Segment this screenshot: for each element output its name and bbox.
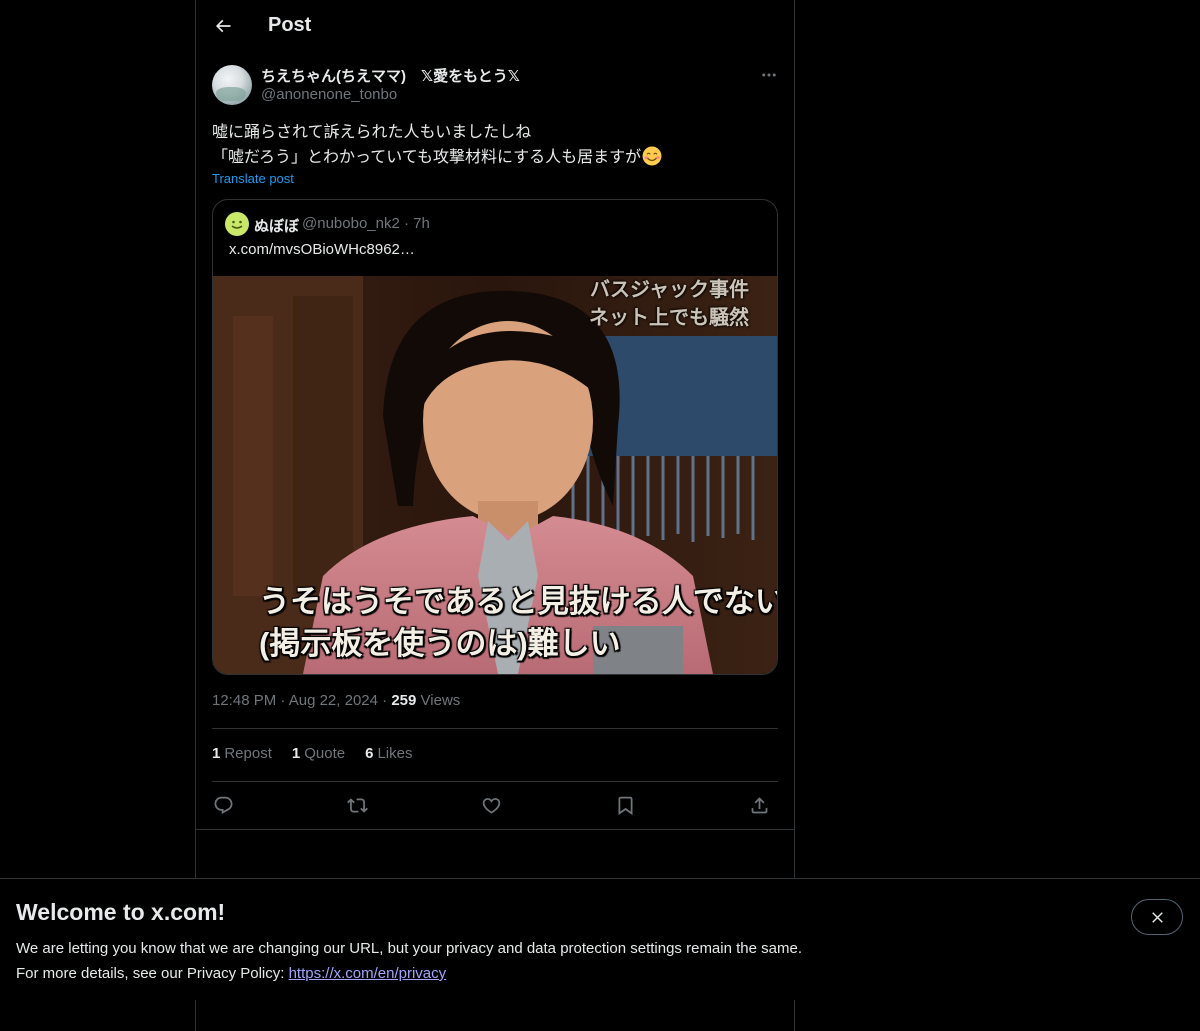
avatar-image xyxy=(216,87,246,101)
divider xyxy=(212,781,778,782)
share-button[interactable] xyxy=(744,790,774,820)
more-icon xyxy=(762,73,776,77)
caption-top-line: ネット上でも騒然 xyxy=(589,307,749,329)
bookmark-icon xyxy=(618,796,632,815)
repost-button[interactable] xyxy=(342,790,372,820)
banner-title: Welcome to x.com! xyxy=(16,899,226,925)
post-time[interactable]: 12:48 PM xyxy=(212,692,276,709)
like-icon xyxy=(482,797,500,814)
likes-count: 6 xyxy=(365,745,374,762)
banner-line: For more details, see our Privacy Policy… xyxy=(16,961,802,986)
post-text-line: 「嘘だろう」とわかっていても攻撃材料にする人も居ますが xyxy=(212,145,778,170)
share-icon xyxy=(751,796,767,813)
repost-icon xyxy=(346,797,368,813)
primary-column: Post ちえちゃん(ちえママ) 𝕏愛をもとう𝕏 @anonenone_tonb… xyxy=(195,0,795,1031)
divider xyxy=(212,728,778,729)
media-caption-bottom: うそはうそであると見抜ける人でないと (掲示板を使うのは)難しい xyxy=(259,581,777,665)
quotes-count: 1 xyxy=(291,745,301,762)
post-date[interactable]: Aug 22, 2024 xyxy=(289,692,378,709)
views-count: 259 xyxy=(391,692,417,709)
author-handle[interactable]: @anonenone_tonbo xyxy=(261,86,397,103)
quotes-label: Quote xyxy=(304,745,346,762)
quote-text: x.com/mvsOBioWHc8962… xyxy=(229,241,415,258)
quote-author-handle: @nubobo_nk2 xyxy=(302,215,400,232)
banner-line: We are letting you know that we are chan… xyxy=(16,940,802,957)
page-title: Post xyxy=(268,14,312,36)
views-label: Views xyxy=(420,692,461,709)
reposts-stat[interactable]: 1 Repost xyxy=(212,745,272,762)
quote-media-image[interactable]: バスジャック事件 ネット上でも騒然 うそはうそであると見抜ける人でないと (掲示… xyxy=(213,276,777,674)
close-icon xyxy=(1151,911,1163,923)
privacy-policy-link[interactable]: https://x.com/en/privacy xyxy=(289,965,447,982)
caption-top-line: バスジャック事件 xyxy=(590,279,749,301)
engagement-stats: 1 Repost 1 Quote 6 Likes xyxy=(212,745,412,762)
likes-label: Likes xyxy=(377,745,413,762)
quote-author-meta: @nubobo_nk2 · 7h xyxy=(302,215,430,232)
post-header: Post xyxy=(196,0,794,54)
quoted-post[interactable]: ぬぼぼ @nubobo_nk2 · 7h x.com/mvsOBioWHc896… xyxy=(212,199,778,675)
banner-message: We are letting you know that we are chan… xyxy=(16,936,802,986)
post-text: 嘘に踊らされて訴えられた人もいましたしね 「嘘だろう」とわかっていても攻撃材料に… xyxy=(212,120,778,170)
translate-post-link[interactable]: Translate post xyxy=(212,171,294,186)
quote-author-name: ぬぼぼ xyxy=(254,218,300,235)
separator-dot: · xyxy=(280,692,286,709)
bookmark-button[interactable] xyxy=(610,790,640,820)
quote-avatar xyxy=(225,212,249,236)
more-options-button[interactable] xyxy=(752,64,786,86)
close-banner-button[interactable] xyxy=(1131,899,1183,935)
arrow-left-icon xyxy=(215,19,231,33)
reposts-count: 1 xyxy=(212,745,221,762)
back-button[interactable] xyxy=(206,9,240,43)
separator-dot: · xyxy=(382,692,388,709)
reply-button[interactable] xyxy=(208,790,238,820)
caption-bottom-line: うそはうそであると見抜ける人でないと xyxy=(259,584,777,619)
media-caption-top: バスジャック事件 ネット上でも騒然 xyxy=(589,276,749,332)
author-name[interactable]: ちえちゃん(ちえママ) 𝕏愛をもとう𝕏 xyxy=(261,65,520,86)
reposts-label: Repost xyxy=(224,745,272,762)
smiling-face-emoji xyxy=(642,146,662,166)
caption-bottom-line: (掲示板を使うのは)難しい xyxy=(259,626,621,661)
banner-line-prefix: For more details, see our Privacy Policy… xyxy=(16,965,289,982)
url-change-banner: Welcome to x.com! We are letting you kno… xyxy=(0,878,1200,1000)
separator-dot: · xyxy=(403,215,409,232)
post-text-line-content: 「嘘だろう」とわかっていても攻撃材料にする人も居ますが xyxy=(212,149,642,166)
likes-stat[interactable]: 6 Likes xyxy=(365,745,412,762)
post-text-line: 嘘に踊らされて訴えられた人もいましたしね xyxy=(212,124,532,141)
quote-timestamp: 7h xyxy=(413,215,430,232)
post-metadata: 12:48 PM · Aug 22, 2024 · 259 Views xyxy=(212,692,460,709)
reply-icon xyxy=(214,796,232,814)
quotes-stat[interactable]: 1 Quote xyxy=(292,745,345,762)
like-button[interactable] xyxy=(476,790,506,820)
author-avatar[interactable] xyxy=(212,65,252,105)
divider xyxy=(196,829,794,830)
post-actions xyxy=(212,790,778,820)
